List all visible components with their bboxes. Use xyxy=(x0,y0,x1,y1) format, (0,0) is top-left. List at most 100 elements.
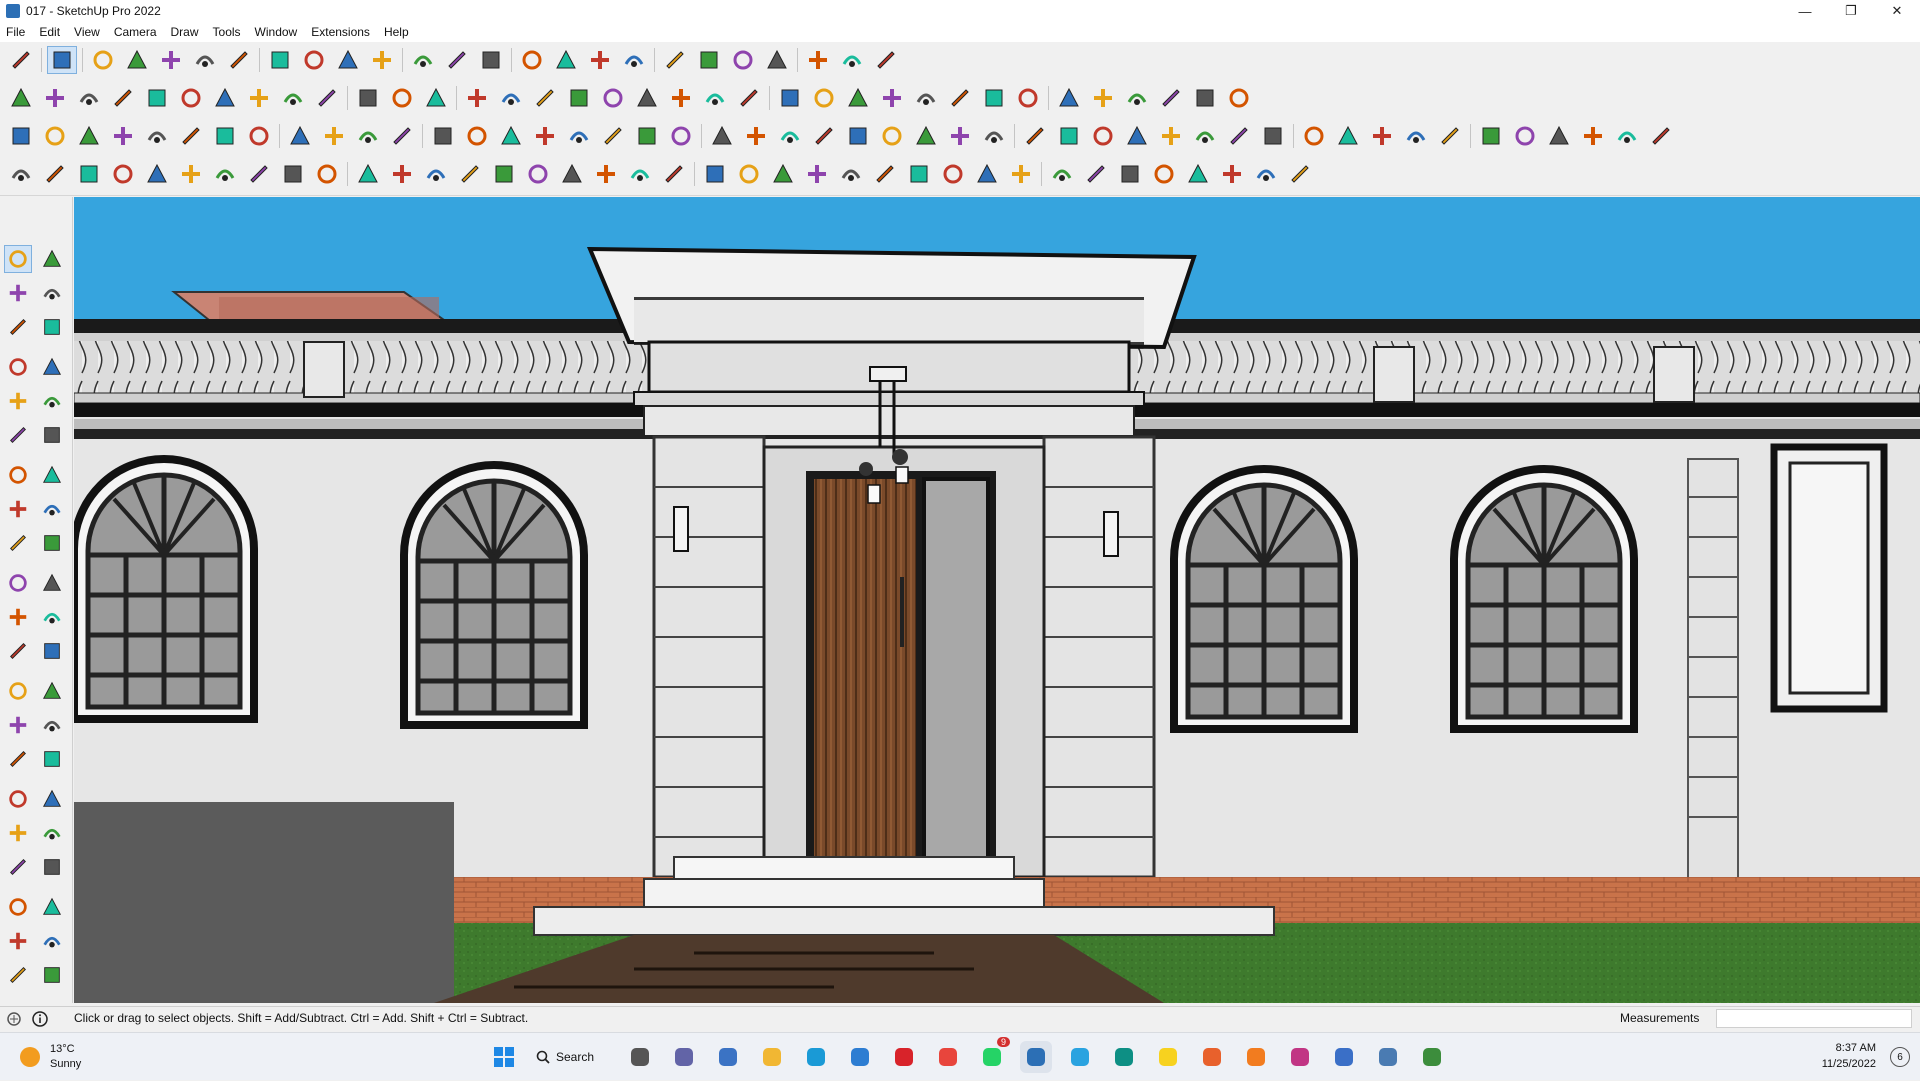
row3-tool-15-icon[interactable] xyxy=(496,122,526,150)
row2-tool-8-icon[interactable] xyxy=(244,84,274,112)
row3-tool-35-icon[interactable] xyxy=(1190,122,1220,150)
weather-widget[interactable]: 13°C Sunny xyxy=(20,1042,81,1072)
look-around-icon[interactable] xyxy=(38,853,66,881)
row3-tool-2-icon[interactable] xyxy=(40,122,70,150)
eraser-icon[interactable] xyxy=(38,279,66,307)
clock[interactable]: 8:37 AM 11/25/2022 xyxy=(1822,1040,1876,1072)
styles-icon[interactable] xyxy=(38,961,66,989)
row4-tool-24-icon[interactable] xyxy=(802,160,832,188)
close-button[interactable]: ✕ xyxy=(1874,0,1920,22)
layout-icon[interactable] xyxy=(728,46,758,74)
zoom-extents-icon[interactable] xyxy=(4,819,32,847)
row3-tool-23-icon[interactable] xyxy=(775,122,805,150)
account-icon[interactable] xyxy=(803,46,833,74)
row3-tool-25-icon[interactable] xyxy=(843,122,873,150)
row3-tool-29-icon[interactable] xyxy=(979,122,1009,150)
extension-warehouse-icon[interactable] xyxy=(694,46,724,74)
row3-tool-31-icon[interactable] xyxy=(1054,122,1084,150)
row3-tool-37-icon[interactable] xyxy=(1258,122,1288,150)
row3-tool-26-icon[interactable] xyxy=(877,122,907,150)
row3-tool-3-icon[interactable] xyxy=(74,122,104,150)
position-camera-icon[interactable] xyxy=(4,893,32,921)
row2-tool-14-icon[interactable] xyxy=(462,84,492,112)
row2-tool-5-icon[interactable] xyxy=(142,84,172,112)
row4-tool-13-icon[interactable] xyxy=(421,160,451,188)
push-pull-icon[interactable] xyxy=(38,495,66,523)
follow-me-2-icon[interactable] xyxy=(38,603,66,631)
polygon-icon[interactable] xyxy=(38,421,66,449)
menu-tools[interactable]: Tools xyxy=(213,25,241,39)
extension-icon[interactable] xyxy=(38,927,66,955)
orbit-icon[interactable] xyxy=(38,245,66,273)
info-icon[interactable] xyxy=(32,1011,48,1027)
windows-start-icon[interactable] xyxy=(488,1041,520,1073)
sketchup-icon[interactable] xyxy=(1020,1041,1052,1073)
row4-tool-6-icon[interactable] xyxy=(176,160,206,188)
circle-icon[interactable] xyxy=(4,421,32,449)
row3-tool-5-icon[interactable] xyxy=(142,122,172,150)
row3-tool-32-icon[interactable] xyxy=(1088,122,1118,150)
row3-tool-18-icon[interactable] xyxy=(598,122,628,150)
row3-tool-13-icon[interactable] xyxy=(428,122,458,150)
row2-tool-9-icon[interactable] xyxy=(278,84,308,112)
row3-tool-16-icon[interactable] xyxy=(530,122,560,150)
row3-tool-34-icon[interactable] xyxy=(1156,122,1186,150)
row2-tool-33-icon[interactable] xyxy=(1122,84,1152,112)
row3-tool-47-icon[interactable] xyxy=(1612,122,1642,150)
row2-tool-23-icon[interactable] xyxy=(775,84,805,112)
row2-tool-1-icon[interactable] xyxy=(6,84,36,112)
row4-tool-7-icon[interactable] xyxy=(210,160,240,188)
row2-tool-32-icon[interactable] xyxy=(1088,84,1118,112)
row3-tool-19-icon[interactable] xyxy=(632,122,662,150)
move-icon[interactable] xyxy=(299,46,329,74)
axes-icon[interactable] xyxy=(4,711,32,739)
pan-icon[interactable] xyxy=(38,745,66,773)
geo-location-icon[interactable] xyxy=(6,1011,22,1027)
row2-tool-6-icon[interactable] xyxy=(176,84,206,112)
row4-tool-1-icon[interactable] xyxy=(6,160,36,188)
row4-tool-31-icon[interactable] xyxy=(1047,160,1077,188)
orbit-2-icon[interactable] xyxy=(4,745,32,773)
styles-icon[interactable] xyxy=(762,46,792,74)
row4-tool-17-icon[interactable] xyxy=(557,160,587,188)
sketchup-viewer-icon[interactable] xyxy=(1416,1041,1448,1073)
row4-tool-25-icon[interactable] xyxy=(836,160,866,188)
menu-extensions[interactable]: Extensions xyxy=(311,25,370,39)
row4-tool-28-icon[interactable] xyxy=(938,160,968,188)
notification-count[interactable]: 6 xyxy=(1890,1047,1910,1067)
layout-icon[interactable] xyxy=(4,961,32,989)
task-view-icon[interactable] xyxy=(624,1041,656,1073)
row4-tool-36-icon[interactable] xyxy=(1217,160,1247,188)
telegram-icon[interactable] xyxy=(1064,1041,1096,1073)
row4-tool-10-icon[interactable] xyxy=(312,160,342,188)
row2-tool-15-icon[interactable] xyxy=(496,84,526,112)
row4-tool-8-icon[interactable] xyxy=(244,160,274,188)
rotated-rectangle-icon[interactable] xyxy=(38,387,66,415)
row2-tool-10-icon[interactable] xyxy=(312,84,342,112)
row3-tool-48-icon[interactable] xyxy=(1646,122,1676,150)
row4-tool-5-icon[interactable] xyxy=(142,160,172,188)
row2-tool-12-icon[interactable] xyxy=(387,84,417,112)
paint-icon[interactable] xyxy=(476,46,506,74)
row4-tool-33-icon[interactable] xyxy=(1115,160,1145,188)
row3-tool-39-icon[interactable] xyxy=(1333,122,1363,150)
warehouse-icon[interactable] xyxy=(4,927,32,955)
tag-icon[interactable] xyxy=(38,313,66,341)
row2-tool-21-icon[interactable] xyxy=(700,84,730,112)
row2-tool-30-icon[interactable] xyxy=(1013,84,1043,112)
row3-tool-24-icon[interactable] xyxy=(809,122,839,150)
zoom-window-icon[interactable] xyxy=(38,785,66,813)
freehand-icon[interactable] xyxy=(38,353,66,381)
row3-tool-42-icon[interactable] xyxy=(1435,122,1465,150)
row2-tool-35-icon[interactable] xyxy=(1190,84,1220,112)
row3-tool-30-icon[interactable] xyxy=(1020,122,1050,150)
row2-tool-26-icon[interactable] xyxy=(877,84,907,112)
row2-tool-13-icon[interactable] xyxy=(421,84,451,112)
row4-tool-21-icon[interactable] xyxy=(700,160,730,188)
row4-tool-18-icon[interactable] xyxy=(591,160,621,188)
row4-tool-30-icon[interactable] xyxy=(1006,160,1036,188)
row4-tool-9-icon[interactable] xyxy=(278,160,308,188)
row4-tool-29-icon[interactable] xyxy=(972,160,1002,188)
row4-tool-2-icon[interactable] xyxy=(40,160,70,188)
pencil-icon[interactable] xyxy=(122,46,152,74)
